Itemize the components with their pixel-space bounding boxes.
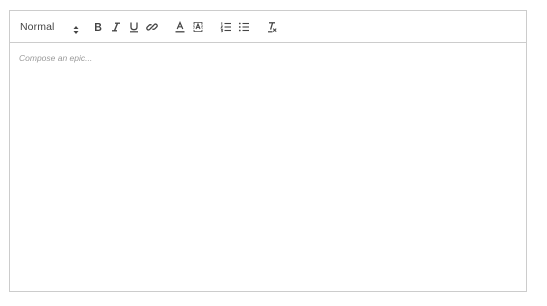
underline-icon — [128, 21, 140, 33]
clear-formatting-button[interactable] — [264, 19, 280, 35]
bold-button[interactable] — [90, 19, 106, 35]
editor-content-area[interactable]: Compose an epic... — [10, 43, 526, 292]
font-color-button[interactable] — [172, 19, 188, 35]
clear-formatting-icon — [266, 21, 278, 33]
background-color-button[interactable] — [190, 19, 206, 35]
header-format-select[interactable]: Normal — [16, 19, 80, 35]
bold-icon — [92, 21, 104, 33]
link-button[interactable] — [144, 19, 160, 35]
underline-button[interactable] — [126, 19, 142, 35]
bullet-list-button[interactable] — [236, 19, 252, 35]
font-color-icon — [174, 21, 186, 33]
ordered-list-button[interactable] — [218, 19, 234, 35]
italic-button[interactable] — [108, 19, 124, 35]
select-arrows-icon — [73, 22, 79, 40]
editor-toolbar: Normal — [10, 11, 526, 43]
background-color-icon — [192, 21, 204, 33]
ordered-list-icon — [220, 21, 232, 33]
header-format-value: Normal — [20, 21, 55, 33]
italic-icon — [110, 21, 122, 33]
link-icon — [146, 21, 158, 33]
editor-placeholder: Compose an epic... — [19, 53, 93, 63]
rich-text-editor: Normal Compose an epic... — [9, 10, 527, 292]
bullet-list-icon — [238, 21, 250, 33]
